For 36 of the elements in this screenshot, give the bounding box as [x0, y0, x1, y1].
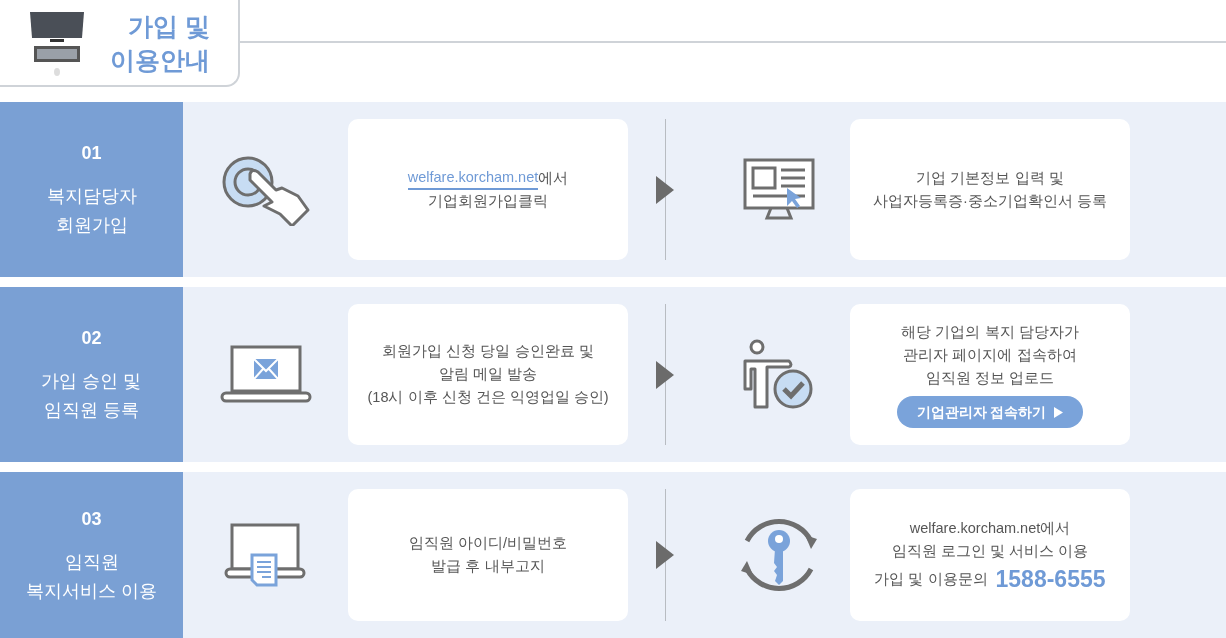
- section-title: 이용안내: [110, 44, 210, 76]
- step-number: 02: [81, 327, 102, 350]
- card-text: 가입 및 이용문의: [874, 569, 988, 589]
- laptop-envelope-icon: [219, 344, 312, 405]
- card-text: 발급 후 내부고지: [431, 557, 545, 576]
- next-step-arrow-icon: [656, 360, 674, 389]
- laptop-document-icon: [223, 523, 308, 587]
- play-arrow-icon: [1054, 406, 1064, 418]
- card-text: 해당 기업의 복지 담당자가: [901, 323, 1079, 342]
- next-step-arrow-icon: [656, 541, 674, 569]
- step-title: 가입 승인 및: [41, 370, 142, 393]
- section-title: 가입 및: [128, 10, 210, 42]
- next-step-arrow-icon: [656, 175, 674, 204]
- step-title: 임직원 등록: [44, 399, 139, 422]
- step-title: 임직원: [64, 550, 119, 574]
- step-title: 복지서비스 이용: [26, 579, 157, 603]
- card-text: 기업회원가입클릭: [428, 191, 548, 211]
- admin-access-button[interactable]: 기업관리자 접속하기: [896, 396, 1084, 428]
- card-text: 기업 기본정보 입력 및: [916, 168, 1064, 188]
- monitor-cursor-icon: [743, 157, 815, 222]
- step-title: 회원가입: [55, 214, 128, 237]
- card-text: 임직원 로그인 및 서비스 이용: [891, 542, 1089, 561]
- card-text: 알림 메일 발송: [438, 365, 538, 384]
- phone-number: 1588-6555: [995, 565, 1106, 593]
- step-title: 복지담당자: [46, 185, 137, 208]
- card-text: (18시 이후 신청 건은 익영업일 승인): [367, 388, 609, 407]
- site-link[interactable]: welfare.korcham.net: [407, 166, 539, 190]
- card-text: 에서: [538, 168, 569, 188]
- card-text: 임직원 정보 업로드: [925, 369, 1055, 388]
- step-number: 01: [81, 142, 102, 165]
- card-text: 임직원 아이디/비밀번호: [408, 534, 568, 553]
- card-text: 사업자등록증·중소기업확인서 등록: [873, 191, 1107, 211]
- card-text: 회원가입 신청 당일 승인완료 및: [382, 342, 594, 361]
- step-number: 03: [81, 507, 102, 531]
- card-text: 관리자 페이지에 접속하여: [903, 346, 1077, 365]
- card-text: welfare.korcham.net에서: [909, 519, 1071, 538]
